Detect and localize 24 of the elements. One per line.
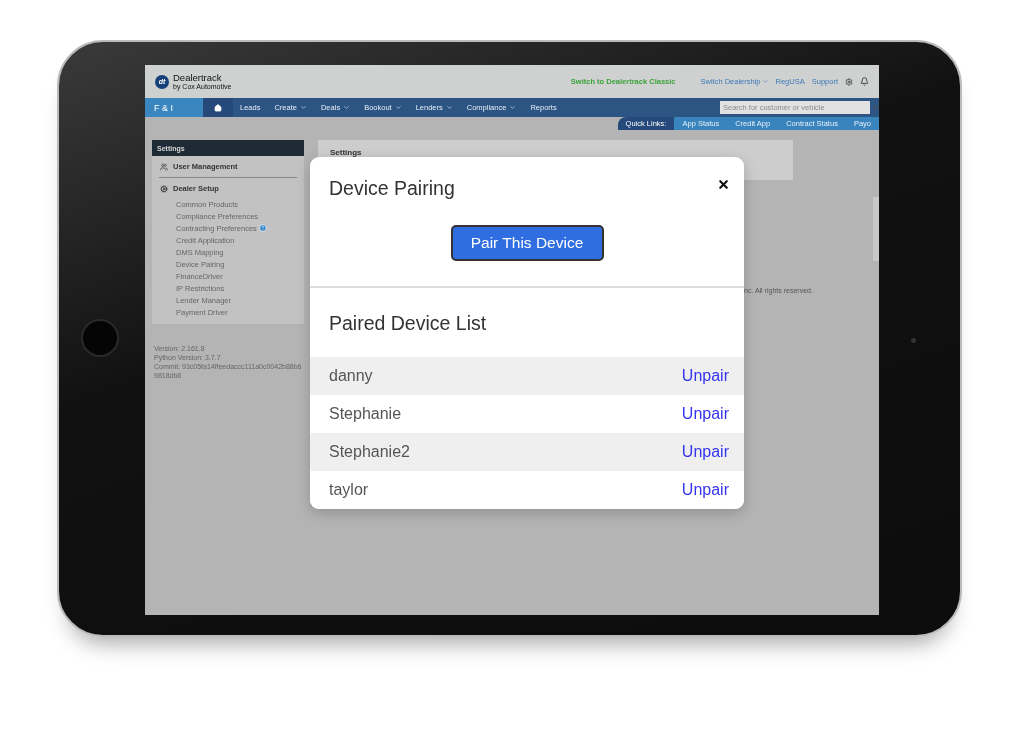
device-name: taylor xyxy=(329,481,369,499)
unpair-link[interactable]: Unpair xyxy=(681,481,729,499)
gears-icon xyxy=(160,184,168,193)
device-name: Stephanie2 xyxy=(329,443,410,461)
unpair-link[interactable]: Unpair xyxy=(681,367,729,385)
unpair-link[interactable]: Unpair xyxy=(681,405,729,423)
section-label: F & I xyxy=(145,98,203,117)
close-button[interactable] xyxy=(717,178,730,191)
list-title: Paired Device List xyxy=(328,311,488,336)
brand-name: Dealertrack xyxy=(173,73,223,83)
home-tab[interactable] xyxy=(203,98,233,117)
caret-icon xyxy=(761,78,769,85)
device-name: Stephanie xyxy=(329,405,402,423)
device-name: danny xyxy=(329,367,373,385)
scrollbar xyxy=(873,197,879,261)
settings-icon[interactable] xyxy=(845,77,853,86)
dialog-title: Device Pairing xyxy=(329,177,455,200)
help-icon[interactable] xyxy=(258,224,267,232)
pair-device-button[interactable]: Pair This Device xyxy=(450,225,604,261)
unpair-link[interactable]: Unpair xyxy=(681,443,729,461)
notification-icon[interactable] xyxy=(860,77,869,86)
users-icon xyxy=(160,162,168,171)
home-icon[interactable] xyxy=(214,103,222,112)
camera-icon xyxy=(911,338,916,343)
